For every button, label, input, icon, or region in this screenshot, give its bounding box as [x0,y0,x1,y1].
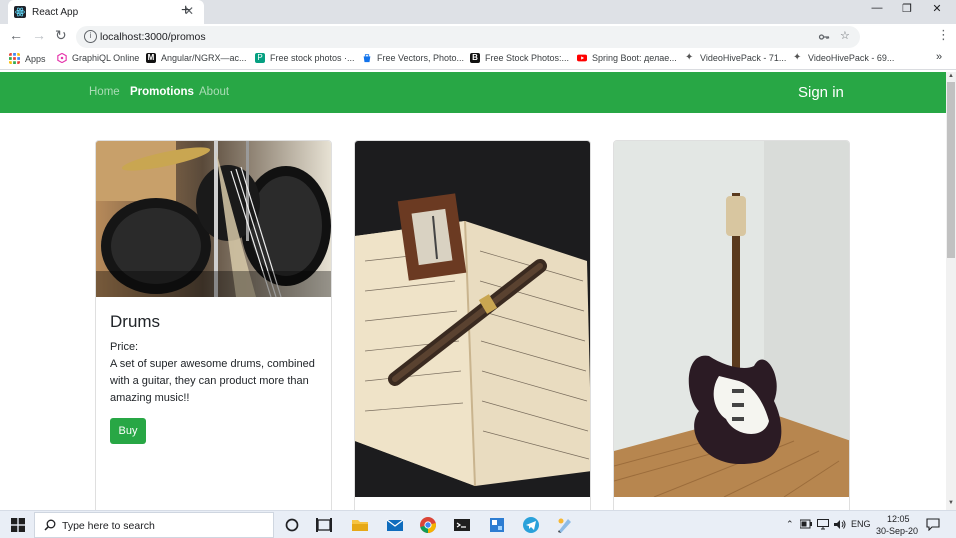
bookmark-graphiql[interactable]: GraphiQL Online [57,53,139,63]
burst-icon: B [470,53,480,63]
overflow-chevron-icon: » [936,51,943,63]
bookmark-label: Free stock photos ·... [270,53,355,63]
menu-dots-icon[interactable]: ⋮ [937,27,950,43]
key-icon[interactable] [818,31,830,43]
control-panel-icon[interactable] [487,515,507,535]
bookmark-free-stock-photos-2[interactable]: B Free Stock Photos:... [470,53,569,63]
reload-icon[interactable]: ↻ [55,27,67,44]
tray-chevron-icon[interactable]: ⌃ [786,519,794,530]
videohive-icon: ✦ [685,52,694,63]
browser-toolbar: ← → ↻ i localhost:3000/promos ☆ ✱ ⋮ [0,24,956,68]
star-icon[interactable]: ☆ [840,29,850,42]
videohive-icon: ✦ [793,52,802,63]
card-description: A set of super awesome drums, combined w… [110,358,315,404]
notifications-icon[interactable] [926,518,940,531]
signin-link[interactable]: Sign in [798,84,844,101]
bookmark-angular-ngrx[interactable]: M Angular/NGRX—ас... [146,53,247,63]
minimize-button[interactable]: — [862,2,892,14]
bookmark-spring-boot[interactable]: Spring Boot: делае... [577,53,677,63]
tab-title: React App [32,6,79,18]
bookmark-videohivepack-69[interactable]: ✦ VideoHivePack - 69... [793,52,895,64]
chrome-icon[interactable] [418,515,438,535]
scroll-down-icon[interactable]: ▼ [946,500,956,506]
promo-card-3 [613,140,850,520]
browser-tabstrip: React App ✕ + — ❐ ✕ [0,0,956,24]
file-explorer-icon[interactable] [350,515,370,535]
promo-card-2 [354,140,591,520]
guitar-image [614,141,849,497]
nav-about-link[interactable]: About [199,86,229,98]
bookmarks-overflow-button[interactable]: » [936,51,942,63]
app-navbar: Home Promotions About Sign in [0,72,946,113]
apps-grid-icon [9,53,20,64]
browser-tab[interactable]: React App ✕ [8,0,204,24]
bookmark-label: Free Stock Photos:... [485,53,570,63]
input-language[interactable]: ENG [851,519,871,529]
scroll-up-icon[interactable]: ▲ [946,73,956,79]
graphql-icon [57,53,67,63]
telegram-icon[interactable] [521,515,541,535]
react-icon [14,6,26,18]
bookmark-label: GraphiQL Online [72,53,140,63]
url-text: localhost:3000/promos [100,31,206,43]
bookmarks-bar: Apps GraphiQL Online M Angular/NGRX—ас..… [0,50,956,70]
windows-taskbar: Type here to search ⌃ ENG 12:05 30-Sep-2… [0,510,956,538]
freepik-icon [363,54,371,63]
restore-button[interactable]: ❐ [892,2,922,15]
clock-date[interactable]: 30-Sep-20 [876,526,918,536]
bookmark-free-vectors[interactable]: Free Vectors, Photo... [362,53,464,63]
scrollbar-thumb[interactable] [947,82,955,258]
medium-icon: M [146,53,156,63]
mail-icon[interactable] [385,515,405,535]
pexels-icon: P [255,53,265,63]
bookmark-label: Spring Boot: делае... [592,53,677,63]
site-info-icon[interactable]: i [84,30,97,43]
bookmark-label: VideoHivePack - 71... [700,53,787,63]
sheet-music-image [355,141,590,497]
close-window-button[interactable]: ✕ [922,2,952,15]
bookmark-label: Angular/NGRX—ас... [161,53,247,63]
promo-card-drums: Drums Price: A set of super awesome drum… [95,140,332,520]
card-title: Drums [110,312,161,331]
forward-icon[interactable]: → [32,27,46,43]
taskbar-search-input[interactable]: Type here to search [34,512,274,538]
bookmark-apps[interactable]: Apps [9,53,46,64]
bookmark-free-stock-photos[interactable]: P Free stock photos ·... [255,53,355,63]
terminal-icon[interactable] [452,515,472,535]
bookmark-label: Free Vectors, Photo... [377,53,465,63]
cortana-icon[interactable] [282,515,302,535]
bookmark-label: Apps [25,53,46,64]
search-placeholder: Type here to search [62,520,155,532]
new-tab-button[interactable]: + [181,2,190,20]
nav-promotions-link[interactable]: Promotions [130,86,194,98]
nav-home-link[interactable]: Home [89,86,120,98]
youtube-icon [577,54,587,62]
buy-button[interactable]: Buy [110,418,146,444]
battery-icon[interactable] [800,519,812,529]
clock-time[interactable]: 12:05 [887,514,910,524]
search-icon [44,519,56,531]
task-view-icon[interactable] [314,515,334,535]
card-price-label: Price: [110,341,139,353]
bookmark-videohivepack-71[interactable]: ✦ VideoHivePack - 71... [685,52,787,64]
paint-app-icon[interactable] [555,515,575,535]
back-icon[interactable]: ← [9,27,23,43]
drums-image [96,141,331,297]
volume-icon[interactable] [833,519,846,530]
network-icon[interactable] [817,519,829,530]
address-bar[interactable]: i localhost:3000/promos ☆ [76,26,860,48]
bookmark-label: VideoHivePack - 69... [808,53,895,63]
windows-start-icon[interactable] [11,518,25,532]
